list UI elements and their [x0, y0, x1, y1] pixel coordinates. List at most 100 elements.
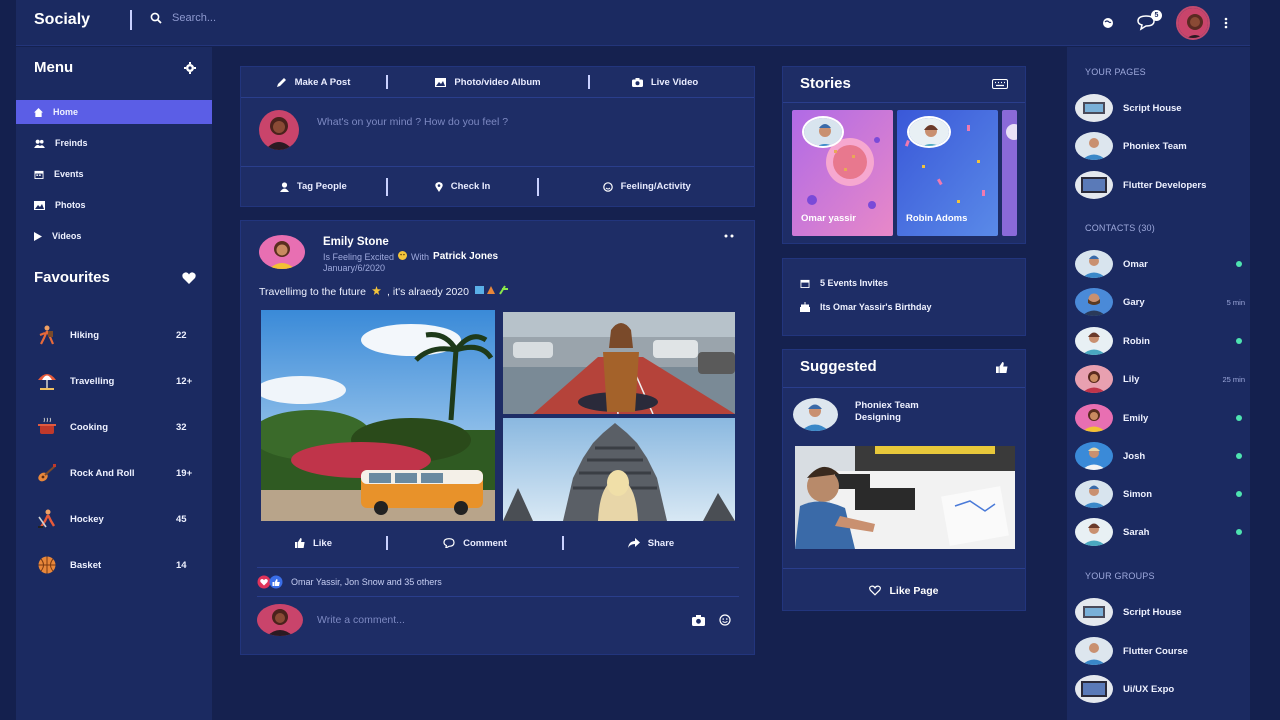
contact-item[interactable]: Omar — [1075, 250, 1245, 278]
share-button[interactable]: Share — [564, 538, 738, 549]
create-post-options: Make A Post Photo/video Album Live Video — [241, 67, 754, 98]
comment-label: Comment — [463, 537, 507, 549]
story-card[interactable] — [1002, 110, 1017, 236]
user-avatar[interactable] — [1176, 6, 1210, 40]
heart-icon[interactable] — [182, 271, 196, 284]
group-item[interactable]: Script House — [1075, 598, 1245, 626]
favourite-item-cooking[interactable]: Cooking 32 — [34, 404, 196, 450]
camera-icon — [631, 77, 643, 87]
favourite-item-hiking[interactable]: Hiking 22 — [34, 312, 196, 358]
camera-icon[interactable] — [692, 614, 705, 626]
post-photo-temple[interactable] — [503, 418, 735, 521]
contact-item[interactable]: Lily 25 min — [1075, 365, 1245, 393]
post-composer-input[interactable] — [317, 116, 717, 128]
feeling-activity-label: Feeling/Activity — [620, 181, 691, 192]
more-vert-icon[interactable] — [1224, 17, 1228, 29]
contact-item[interactable]: Emily — [1075, 404, 1245, 432]
search-input[interactable] — [172, 12, 332, 24]
smiley-icon[interactable] — [719, 614, 731, 626]
story-card[interactable]: Omar yassir — [792, 110, 893, 236]
heart-outline-icon — [869, 585, 882, 596]
post-text: Travellimg to the future , it's alraedy … — [259, 285, 509, 298]
live-video-button[interactable]: Live Video — [590, 77, 740, 88]
globe-icon[interactable] — [1102, 17, 1114, 29]
gear-icon[interactable] — [184, 61, 196, 74]
check-in-button[interactable]: Check In — [388, 181, 538, 192]
favourite-item-rock-and-roll[interactable]: Rock And Roll 19+ — [34, 450, 196, 496]
chat-icon[interactable]: 5 — [1136, 10, 1162, 31]
online-indicator — [1236, 529, 1242, 535]
page-avatar — [1075, 94, 1113, 122]
tag-people-button[interactable]: Tag People — [241, 181, 386, 192]
menu-item-events[interactable]: Events — [16, 162, 212, 186]
create-post-extras: Tag People Check In Feeling/Activity — [241, 167, 754, 206]
app-logo[interactable]: Socialy — [34, 11, 90, 29]
favourite-item-travelling[interactable]: Travelling 12+ — [34, 358, 196, 404]
live-video-label: Live Video — [650, 76, 699, 88]
story-name: Robin Adoms — [906, 213, 968, 224]
menu-item-videos[interactable]: Videos — [16, 224, 212, 248]
menu-header: Menu — [34, 59, 196, 76]
calendar-icon — [800, 279, 810, 288]
group-avatar — [1075, 637, 1113, 665]
contact-name: Robin — [1123, 335, 1150, 347]
like-page-button[interactable]: Like Page — [783, 568, 1025, 612]
check-in-label: Check In — [450, 181, 491, 192]
left-sidebar: Menu Home Freinds Events Photos Videos F… — [16, 47, 212, 720]
post-photo-street[interactable] — [503, 312, 735, 414]
event-item[interactable]: Its Omar Yassir's Birthday — [800, 302, 932, 312]
suggested-page-image[interactable] — [795, 446, 1015, 549]
menu-item-label: Freinds — [55, 138, 88, 148]
photo-album-button[interactable]: Photo/video Album — [388, 77, 588, 88]
page-item[interactable]: Phoniex Team — [1075, 132, 1245, 160]
last-seen: 25 min — [1222, 374, 1245, 384]
post-photo-van[interactable] — [261, 310, 495, 521]
suggested-page-info[interactable]: Phoniex Team Designing — [855, 400, 919, 424]
search-icon[interactable] — [150, 12, 162, 24]
feeling-activity-button[interactable]: Feeling/Activity — [539, 181, 754, 192]
favourites-title: Favourites — [34, 269, 110, 286]
divider — [130, 10, 132, 30]
favourite-item-basket[interactable]: Basket 14 — [34, 542, 196, 588]
location-pin-icon — [435, 181, 443, 192]
post-author-avatar[interactable] — [259, 235, 305, 269]
favourite-label: Hiking — [70, 329, 100, 341]
contact-item[interactable]: Robin — [1075, 327, 1245, 355]
page-item[interactable]: Flutter Developers — [1075, 171, 1245, 199]
thumbs-up-icon[interactable] — [996, 362, 1008, 373]
divider — [783, 387, 1025, 388]
share-label: Share — [647, 537, 675, 549]
make-post-button[interactable]: Make A Post — [241, 77, 386, 88]
like-button[interactable]: Like — [241, 538, 386, 549]
comment-input[interactable] — [317, 614, 692, 626]
menu-item-freinds[interactable]: Freinds — [16, 131, 212, 155]
contact-name: Omar — [1123, 258, 1148, 270]
top-bar: Socialy 5 — [16, 0, 1250, 46]
tagged-user[interactable]: Patrick Jones — [433, 251, 498, 262]
group-item[interactable]: Flutter Course — [1075, 637, 1245, 665]
menu-item-home[interactable]: Home — [16, 100, 212, 124]
menu-item-photos[interactable]: Photos — [16, 193, 212, 217]
keyboard-icon[interactable] — [992, 79, 1008, 89]
event-item[interactable]: 5 Events Invites — [800, 278, 888, 288]
post-composer — [241, 98, 754, 167]
more-horiz-icon[interactable] — [724, 234, 736, 238]
menu-list: Home Freinds Events Photos Videos — [16, 100, 212, 255]
basketball-icon — [34, 554, 60, 576]
story-avatar — [802, 116, 844, 148]
contact-item[interactable]: Sarah — [1075, 518, 1245, 546]
post-author-name[interactable]: Emily Stone — [323, 236, 389, 248]
suggested-page-avatar[interactable] — [793, 398, 838, 431]
online-indicator — [1236, 491, 1242, 497]
group-item[interactable]: Ui/UX Expo — [1075, 675, 1245, 703]
likes-summary[interactable]: Omar Yassir, Jon Snow and 35 others — [257, 567, 739, 597]
comment-button[interactable]: Comment — [388, 538, 562, 549]
story-card[interactable]: Robin Adoms — [897, 110, 998, 236]
home-icon — [34, 107, 43, 117]
contact-item[interactable]: Gary 5 min — [1075, 288, 1245, 316]
contact-item[interactable]: Simon — [1075, 480, 1245, 508]
favourite-label: Rock And Roll — [70, 467, 135, 479]
favourite-item-hockey[interactable]: Hockey 45 — [34, 496, 196, 542]
page-item[interactable]: Script House — [1075, 94, 1245, 122]
contact-item[interactable]: Josh — [1075, 442, 1245, 470]
